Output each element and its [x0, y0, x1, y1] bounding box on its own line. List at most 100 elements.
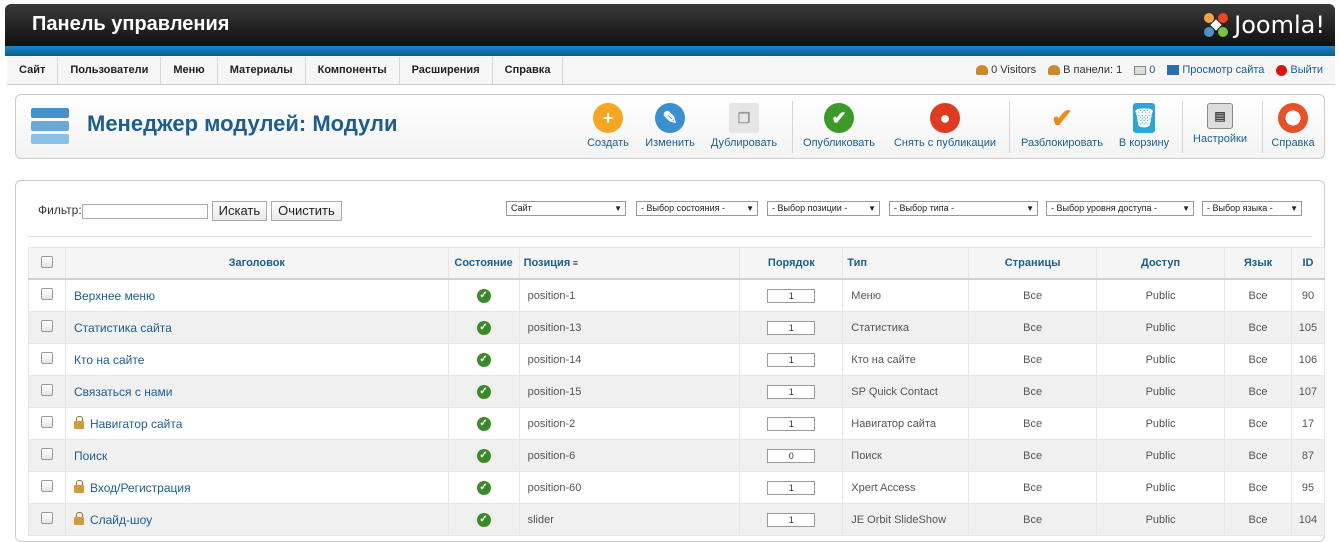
trash-button[interactable]: 🗑 В корзину — [1116, 103, 1172, 149]
header-position[interactable]: Позиция ≡ — [518, 247, 741, 280]
published-check-icon[interactable]: ✓ — [476, 416, 491, 431]
checkin-button[interactable]: ✔ Разблокировать — [1018, 103, 1106, 150]
edit-button[interactable]: ✎ Изменить — [642, 103, 698, 149]
lifebuoy-icon — [1278, 103, 1308, 133]
plus-icon: + — [593, 103, 623, 133]
order-input[interactable]: 1 — [767, 416, 816, 431]
help-button[interactable]: Справка — [1268, 103, 1318, 149]
module-title-link[interactable]: Связаться с нами — [74, 385, 172, 399]
row-checkbox[interactable] — [40, 448, 53, 460]
header-id[interactable]: ID — [1290, 247, 1326, 280]
menu-item-components[interactable]: Компоненты — [306, 57, 400, 84]
position-select[interactable]: - Выбор позиции - ▼ — [767, 201, 880, 216]
client-select[interactable]: Сайт ▼ — [506, 201, 626, 216]
row-checkbox[interactable] — [40, 384, 53, 396]
published-check-icon[interactable]: ✓ — [476, 384, 491, 399]
published-check-icon[interactable]: ✓ — [476, 480, 491, 495]
row-select-cell — [28, 503, 66, 536]
row-checkbox[interactable] — [40, 512, 53, 524]
header-pages[interactable]: Страницы — [968, 247, 1098, 280]
title-cell: Верхнее меню — [64, 278, 449, 312]
published-check-icon[interactable]: ✓ — [476, 320, 491, 335]
header-state[interactable]: Состояние — [447, 247, 520, 280]
ordering-cell: 1 — [739, 375, 844, 408]
pages-cell: Все — [968, 343, 1098, 376]
menu-item-site[interactable]: Сайт — [7, 57, 59, 84]
menu-item-content[interactable]: Материалы — [218, 57, 306, 84]
joomla-logo-icon — [1204, 13, 1229, 37]
filter-search-input[interactable] — [81, 203, 208, 219]
clear-button[interactable]: Очистить — [271, 201, 342, 221]
order-input[interactable]: 1 — [767, 320, 816, 335]
module-title-link[interactable]: Кто на сайте — [74, 353, 144, 367]
search-button[interactable]: Искать — [211, 201, 268, 221]
module-title-link[interactable]: Вход/Регистрация — [90, 481, 191, 495]
lock-icon[interactable] — [73, 415, 84, 429]
order-input[interactable]: 1 — [767, 384, 816, 399]
logout-link[interactable]: Выйти — [1276, 57, 1323, 84]
order-input[interactable]: 0 — [767, 448, 816, 463]
lock-icon[interactable] — [73, 511, 84, 525]
header-title[interactable]: Заголовок — [64, 247, 449, 280]
language-select[interactable]: - Выбор языка - ▼ — [1202, 201, 1302, 216]
order-input[interactable]: 1 — [767, 512, 816, 527]
ordering-cell: 1 — [739, 471, 844, 504]
view-site-link[interactable]: Просмотр сайта — [1167, 57, 1264, 84]
published-check-icon[interactable]: ✓ — [476, 288, 491, 303]
unpublish-button[interactable]: ● Снять с публикации — [891, 103, 999, 149]
table-row: Связаться с нами ✓ position-15 1 SP Quick Co… — [28, 375, 1326, 408]
published-check-icon[interactable]: ✓ — [476, 448, 491, 463]
row-checkbox[interactable] — [40, 416, 53, 428]
copy-button[interactable]: ❐ Дублировать — [710, 103, 778, 149]
position-cell: position-15 — [518, 375, 741, 408]
row-checkbox[interactable] — [40, 352, 53, 364]
module-title-link[interactable]: Поиск — [74, 449, 107, 463]
type-select[interactable]: - Выбор типа - ▼ — [889, 201, 1038, 216]
options-button[interactable]: ▤ Настройки — [1190, 103, 1250, 145]
publish-button[interactable]: ✔ Опубликовать — [801, 103, 877, 149]
position-cell: position-13 — [518, 311, 741, 344]
order-input[interactable]: 1 — [767, 352, 816, 367]
menu-item-help[interactable]: Справка — [493, 57, 564, 84]
id-cell: 17 — [1290, 407, 1326, 440]
menu-item-extensions[interactable]: Расширения — [400, 57, 493, 84]
new-button[interactable]: + Создать — [583, 103, 633, 149]
language-cell: Все — [1224, 311, 1292, 344]
order-input[interactable]: 1 — [767, 288, 816, 303]
menu-item-users[interactable]: Пользователи — [58, 57, 162, 84]
access-select[interactable]: - Выбор уровня доступа - ▼ — [1046, 201, 1194, 216]
type-cell: Кто на сайте — [842, 343, 970, 376]
menu-item-menus[interactable]: Меню — [161, 57, 218, 84]
access-cell: Public — [1096, 503, 1225, 536]
state-cell: ✓ — [447, 311, 520, 344]
row-checkbox[interactable] — [40, 288, 53, 300]
row-checkbox[interactable] — [40, 480, 53, 492]
published-check-icon[interactable]: ✓ — [476, 352, 491, 367]
module-title-link[interactable]: Навигатор сайта — [90, 417, 182, 431]
lock-icon[interactable] — [73, 479, 84, 493]
row-checkbox[interactable] — [40, 320, 53, 332]
header-type[interactable]: Тип — [842, 247, 970, 280]
state-select[interactable]: - Выбор состояния - ▼ — [636, 201, 758, 216]
title-cell: Слайд-шоу — [64, 503, 449, 536]
module-title-link[interactable]: Слайд-шоу — [90, 513, 152, 527]
type-cell: Xpert Access — [842, 471, 970, 504]
id-cell: 90 — [1290, 278, 1326, 312]
header-language[interactable]: Язык — [1224, 247, 1292, 280]
chevron-down-icon: ▼ — [1182, 204, 1190, 213]
order-input[interactable]: 1 — [767, 480, 816, 495]
table-row: Поиск ✓ position-6 0 Поиск Все Public Все 87 — [28, 439, 1326, 472]
published-check-icon[interactable]: ✓ — [476, 512, 491, 527]
module-title-link[interactable]: Статистика сайта — [74, 321, 172, 335]
row-select-cell — [28, 343, 66, 376]
module-title-link[interactable]: Верхнее меню — [74, 289, 155, 303]
header-access[interactable]: Доступ — [1096, 247, 1225, 280]
type-cell: Меню — [842, 278, 970, 312]
select-all-checkbox[interactable] — [40, 255, 53, 268]
visitors-status: 0 Visitors — [976, 57, 1036, 84]
access-cell: Public — [1096, 278, 1225, 312]
state-cell: ✓ — [447, 503, 520, 536]
messages-status[interactable]: 0 — [1134, 57, 1155, 84]
state-cell: ✓ — [447, 375, 520, 408]
header-ordering[interactable]: Порядок — [739, 247, 844, 280]
